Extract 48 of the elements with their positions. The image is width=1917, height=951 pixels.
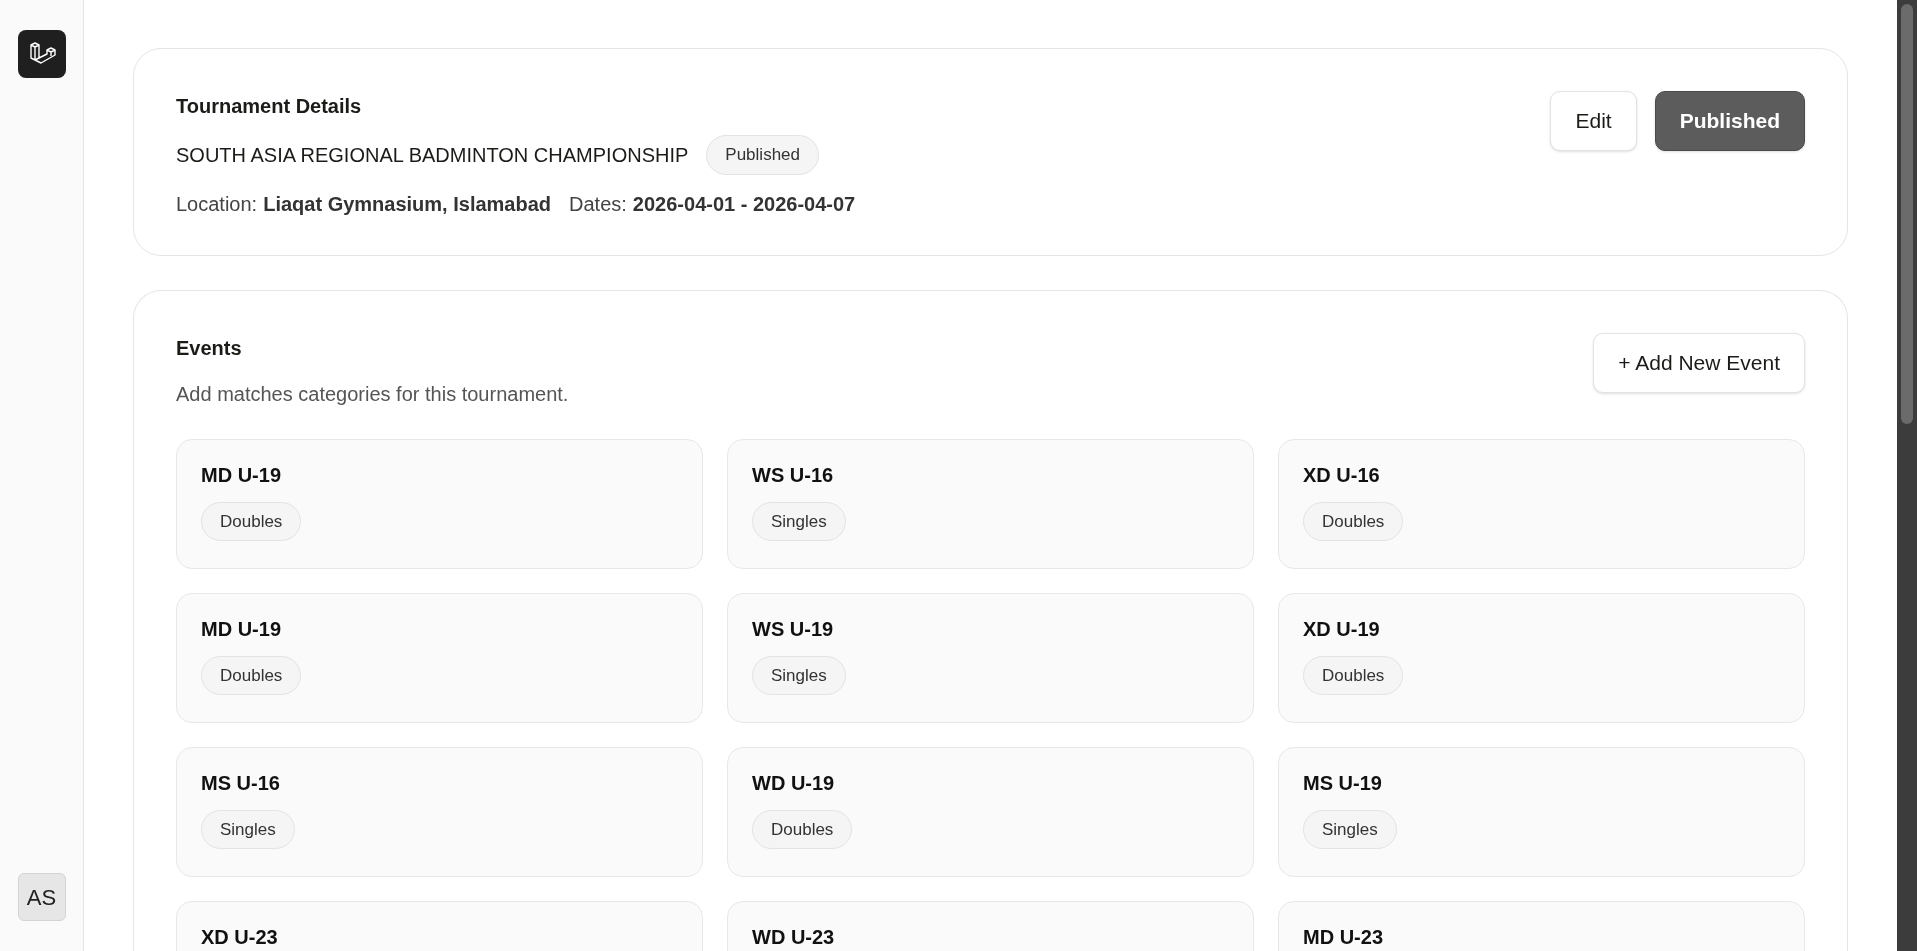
event-card[interactable]: MD U-19 Doubles [176,592,703,723]
event-type-badge: Singles [201,809,295,849]
event-card[interactable]: WS U-19 Singles [727,592,1254,723]
event-type-badge: Doubles [201,501,302,541]
event-type-badge: Doubles [201,655,302,695]
event-name: MD U-19 [201,616,281,642]
event-name: WD U-19 [752,770,835,796]
scrollbar[interactable] [1897,0,1917,951]
event-name: MS U-16 [201,770,280,796]
section-subtitle: Add matches categories for this tournament. [176,381,569,407]
event-name: XD U-19 [1303,616,1380,642]
event-type-badge: Singles [752,501,846,541]
event-card[interactable]: MS U-16 Singles [176,746,703,877]
event-type-badge: Singles [1303,809,1397,849]
dates-value: 2026-04-01 - 2026-04-07 [632,191,856,217]
event-type-badge: Doubles [1303,501,1404,541]
event-card[interactable]: MS U-19 Singles [1278,746,1805,877]
event-card[interactable]: MD U-19 Doubles [176,438,703,569]
event-card[interactable]: MD U-23 [1278,900,1805,951]
location-label: Location: [176,191,258,217]
user-avatar[interactable]: AS [17,873,66,921]
location-value: Liaqat Gymnasium, Islamabad [263,191,552,217]
event-name: MS U-19 [1303,770,1382,796]
event-card[interactable]: XD U-23 [176,900,703,951]
section-title: Events [176,335,243,361]
event-card[interactable]: WS U-16 Singles [727,438,1254,569]
dates-label: Dates: [569,191,627,217]
event-name: WD U-23 [752,924,835,950]
event-card[interactable]: XD U-19 Doubles [1278,592,1805,723]
event-type-badge: Doubles [752,809,853,849]
event-name: MD U-23 [1303,924,1383,950]
section-title: Tournament Details [176,94,363,119]
event-name: WS U-16 [752,462,834,488]
event-card[interactable]: WD U-23 [727,900,1254,951]
event-name: MD U-19 [201,462,281,488]
status-badge: Published [706,135,819,175]
publish-button[interactable]: Published [1654,91,1805,151]
add-event-button[interactable]: + Add New Event [1593,332,1805,393]
logo-icon[interactable] [17,30,66,78]
event-name: XD U-23 [201,924,278,950]
event-name: XD U-16 [1303,462,1380,488]
tournament-name: SOUTH ASIA REGIONAL BADMINTON CHAMPIONSHIP [176,142,689,168]
edit-button[interactable]: Edit [1550,91,1637,151]
event-card[interactable]: WD U-19 Doubles [727,746,1254,877]
event-card[interactable]: XD U-16 Doubles [1278,438,1805,569]
event-type-badge: Doubles [1303,655,1404,695]
event-type-badge: Singles [752,655,846,695]
event-name: WS U-19 [752,616,834,642]
